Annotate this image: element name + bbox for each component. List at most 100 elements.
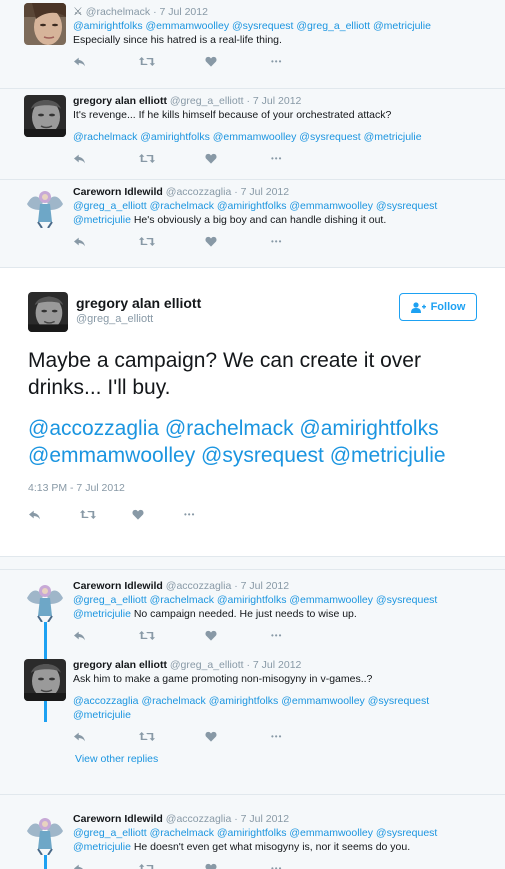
like-button[interactable] bbox=[205, 863, 271, 869]
replies: Careworn Idlewild @accozzaglia · 7 Jul 2… bbox=[0, 569, 505, 869]
tweet-date[interactable]: 7 Jul 2012 bbox=[253, 95, 301, 107]
tweet-date[interactable]: 7 Jul 2012 bbox=[241, 813, 289, 825]
tweet-actions: ••• bbox=[73, 729, 495, 743]
tweet-mention[interactable]: @metricjulie bbox=[73, 608, 131, 620]
retweet-button[interactable] bbox=[139, 236, 205, 247]
tweet-body: No campaign needed. He just needs to wis… bbox=[130, 608, 357, 620]
retweet-button[interactable] bbox=[139, 863, 205, 869]
avatar[interactable] bbox=[28, 292, 68, 332]
more-button[interactable]: ••• bbox=[271, 154, 337, 163]
add-user-icon bbox=[410, 301, 426, 313]
more-button[interactable]: ••• bbox=[184, 508, 236, 520]
like-button[interactable] bbox=[205, 153, 271, 164]
heart-icon bbox=[205, 56, 217, 67]
tweet-handle[interactable]: @accozzaglia bbox=[166, 580, 232, 592]
reply-button[interactable] bbox=[73, 863, 139, 869]
like-button[interactable] bbox=[205, 731, 271, 742]
like-button[interactable] bbox=[205, 56, 271, 67]
tweet-author-name[interactable]: Careworn Idlewild bbox=[73, 580, 163, 592]
tweet[interactable]: Careworn Idlewild @accozzaglia · 7 Jul 2… bbox=[0, 795, 505, 869]
reply-icon bbox=[73, 153, 86, 164]
retweet-button[interactable] bbox=[80, 509, 132, 520]
reply-button[interactable] bbox=[73, 630, 139, 641]
main-tweet-mentions[interactable]: @accozzaglia @rachelmack @amirightfolks … bbox=[28, 415, 483, 469]
retweet-button[interactable] bbox=[139, 731, 205, 742]
tweet-handle[interactable]: @greg_a_elliott bbox=[170, 659, 244, 671]
tweet[interactable]: Careworn Idlewild @accozzaglia · 7 Jul 2… bbox=[0, 180, 505, 267]
tweet-mentions[interactable]: @amirightfolks @emmamwoolley @sysrequest… bbox=[73, 19, 495, 33]
avatar[interactable] bbox=[24, 580, 66, 622]
reply-button[interactable] bbox=[73, 731, 139, 742]
tweet-mentions[interactable]: @greg_a_elliott @rachelmack @amirightfol… bbox=[73, 826, 495, 840]
more-button[interactable]: ••• bbox=[271, 631, 337, 640]
tweet-body: Especially since his hatred is a real-li… bbox=[73, 34, 282, 46]
tweet-author-name[interactable]: Careworn Idlewild bbox=[73, 813, 163, 825]
reply-button[interactable] bbox=[28, 509, 80, 520]
retweet-button[interactable] bbox=[139, 56, 205, 67]
tweet-header: gregory alan elliott @greg_a_elliott · 7… bbox=[73, 95, 495, 108]
avatar[interactable] bbox=[24, 186, 66, 228]
retweet-button[interactable] bbox=[139, 630, 205, 641]
tweet-handle[interactable]: @accozzaglia bbox=[166, 186, 232, 198]
tweet-mentions[interactable]: @greg_a_elliott @rachelmack @amirightfol… bbox=[73, 593, 495, 607]
like-button[interactable] bbox=[205, 236, 271, 247]
more-button[interactable]: ••• bbox=[271, 864, 337, 869]
tweet-mention[interactable]: @metricjulie bbox=[73, 841, 131, 853]
tweet-date[interactable]: 7 Jul 2012 bbox=[241, 186, 289, 198]
more-button[interactable]: ••• bbox=[271, 732, 337, 741]
view-other-replies-link[interactable]: View other replies bbox=[73, 749, 495, 773]
main-tweet-author-name[interactable]: gregory alan elliott bbox=[76, 295, 201, 311]
separator: · bbox=[153, 6, 157, 18]
tweet-handle[interactable]: @rachelmack bbox=[86, 6, 150, 18]
tweet-text: @greg_a_elliott @rachelmack @amirightfol… bbox=[73, 593, 495, 621]
tweet-mentions[interactable]: @rachelmack @amirightfolks @emmamwoolley… bbox=[73, 130, 495, 144]
retweet-icon bbox=[139, 863, 155, 869]
follow-button[interactable]: Follow bbox=[399, 293, 477, 321]
tweet-body: He doesn't even get what misogyny is, no… bbox=[130, 841, 411, 853]
reply-button[interactable] bbox=[73, 153, 139, 164]
avatar[interactable] bbox=[24, 95, 66, 137]
tweet-handle[interactable]: @greg_a_elliott bbox=[170, 95, 244, 107]
heart-icon bbox=[205, 731, 217, 742]
tweet-text: @greg_a_elliott @rachelmack @amirightfol… bbox=[73, 826, 495, 854]
tweet-author-name[interactable]: gregory alan elliott bbox=[73, 659, 167, 671]
tweet-text: @greg_a_elliott @rachelmack @amirightfol… bbox=[73, 199, 495, 227]
tweet-mention[interactable]: @metricjulie bbox=[73, 708, 495, 722]
tweet-mention[interactable]: @metricjulie bbox=[73, 214, 131, 226]
tweet-mentions[interactable]: @accozzaglia @rachelmack @amirightfolks … bbox=[73, 694, 495, 708]
tweet-actions: ••• bbox=[73, 861, 495, 869]
retweet-icon bbox=[139, 731, 155, 742]
tweet-date[interactable]: 7 Jul 2012 bbox=[253, 659, 301, 671]
more-icon: ••• bbox=[271, 236, 283, 246]
tweet-author-name[interactable]: gregory alan elliott bbox=[73, 95, 167, 107]
like-button[interactable] bbox=[132, 509, 184, 520]
avatar[interactable] bbox=[24, 3, 66, 45]
reply-button[interactable] bbox=[73, 56, 139, 67]
avatar[interactable] bbox=[24, 659, 66, 701]
tweet-author-name[interactable]: Careworn Idlewild bbox=[73, 186, 163, 198]
tweet-mentions[interactable]: @greg_a_elliott @rachelmack @amirightfol… bbox=[73, 199, 495, 213]
tweet-date[interactable]: 7 Jul 2012 bbox=[159, 6, 207, 18]
more-icon: ••• bbox=[271, 56, 283, 66]
main-tweet-handle[interactable]: @greg_a_elliott bbox=[76, 313, 153, 325]
separator: · bbox=[246, 95, 251, 107]
avatar[interactable] bbox=[24, 813, 66, 855]
retweet-icon bbox=[139, 236, 155, 247]
reply-button[interactable] bbox=[73, 236, 139, 247]
like-button[interactable] bbox=[205, 630, 271, 641]
tweet[interactable]: gregory alan elliott @greg_a_elliott · 7… bbox=[0, 89, 505, 180]
retweet-icon bbox=[139, 56, 155, 67]
tweet[interactable]: Careworn Idlewild @accozzaglia · 7 Jul 2… bbox=[0, 570, 505, 653]
follow-label: Follow bbox=[430, 301, 466, 313]
tweet-handle[interactable]: @accozzaglia bbox=[166, 813, 232, 825]
more-button[interactable]: ••• bbox=[271, 237, 337, 246]
reply-icon bbox=[73, 630, 86, 641]
tweet[interactable]: gregory alan elliott @greg_a_elliott · 7… bbox=[0, 653, 505, 795]
more-button[interactable]: ••• bbox=[271, 57, 337, 66]
retweet-button[interactable] bbox=[139, 153, 205, 164]
tweet-date[interactable]: 7 Jul 2012 bbox=[241, 580, 289, 592]
tweet[interactable]: ⚔ @rachelmack · 7 Jul 2012 @amirightfolk… bbox=[0, 0, 505, 89]
main-tweet-timestamp[interactable]: 4:13 PM - 7 Jul 2012 bbox=[28, 482, 505, 494]
tweet-header: Careworn Idlewild @accozzaglia · 7 Jul 2… bbox=[73, 186, 495, 199]
main-tweet-header: gregory alan elliott @greg_a_elliott Fol… bbox=[28, 290, 505, 335]
